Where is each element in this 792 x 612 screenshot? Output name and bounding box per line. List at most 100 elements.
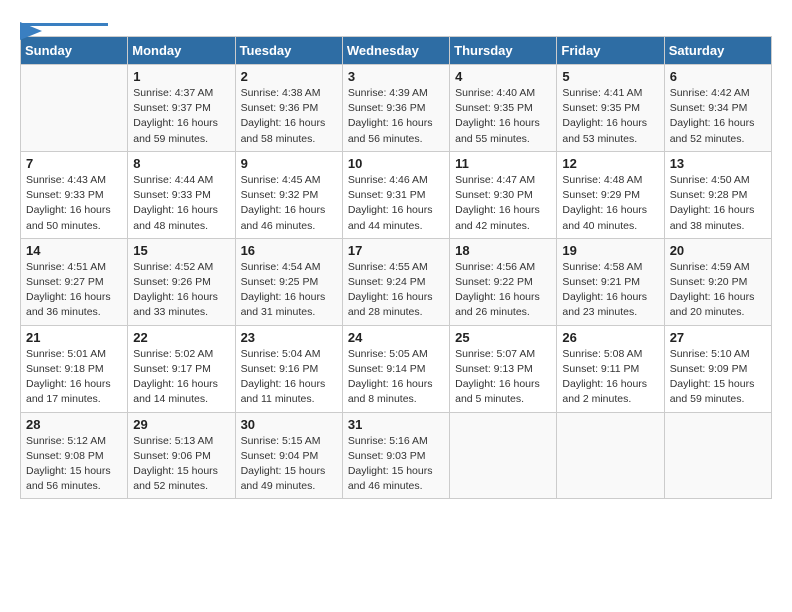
page-header (20, 20, 772, 26)
day-info: Sunrise: 5:07 AM Sunset: 9:13 PM Dayligh… (455, 347, 551, 408)
week-row-5: 28 Sunrise: 5:12 AM Sunset: 9:08 PM Dayli… (21, 412, 772, 499)
day-cell: 2 Sunrise: 4:38 AM Sunset: 9:36 PM Daylig… (235, 65, 342, 152)
header-cell-wednesday: Wednesday (342, 37, 449, 65)
day-info: Sunrise: 4:44 AM Sunset: 9:33 PM Dayligh… (133, 173, 229, 234)
day-cell: 10 Sunrise: 4:46 AM Sunset: 9:31 PM Dayli… (342, 151, 449, 238)
day-number: 13 (670, 156, 766, 171)
day-info: Sunrise: 4:56 AM Sunset: 9:22 PM Dayligh… (455, 260, 551, 321)
day-number: 10 (348, 156, 444, 171)
day-info: Sunrise: 4:38 AM Sunset: 9:36 PM Dayligh… (241, 86, 337, 147)
day-cell: 23 Sunrise: 5:04 AM Sunset: 9:16 PM Dayli… (235, 325, 342, 412)
day-info: Sunrise: 4:48 AM Sunset: 9:29 PM Dayligh… (562, 173, 658, 234)
day-info: Sunrise: 4:50 AM Sunset: 9:28 PM Dayligh… (670, 173, 766, 234)
day-cell: 3Sunrise: 4:39 AM Sunset: 9:36 PM Daylig… (342, 65, 449, 152)
day-cell: 9 Sunrise: 4:45 AM Sunset: 9:32 PM Daylig… (235, 151, 342, 238)
day-info: Sunrise: 4:51 AM Sunset: 9:27 PM Dayligh… (26, 260, 122, 321)
day-number: 4 (455, 69, 551, 84)
day-cell: 13 Sunrise: 4:50 AM Sunset: 9:28 PM Dayli… (664, 151, 771, 238)
day-cell: 16 Sunrise: 4:54 AM Sunset: 9:25 PM Dayli… (235, 238, 342, 325)
day-info: Sunrise: 5:05 AM Sunset: 9:14 PM Dayligh… (348, 347, 444, 408)
day-info: Sunrise: 4:59 AM Sunset: 9:20 PM Dayligh… (670, 260, 766, 321)
day-number: 26 (562, 330, 658, 345)
day-cell: 14 Sunrise: 4:51 AM Sunset: 9:27 PM Dayli… (21, 238, 128, 325)
day-number: 9 (241, 156, 337, 171)
day-number: 12 (562, 156, 658, 171)
week-row-2: 7 Sunrise: 4:43 AM Sunset: 9:33 PM Daylig… (21, 151, 772, 238)
day-number: 31 (348, 417, 444, 432)
day-info: Sunrise: 4:58 AM Sunset: 9:21 PM Dayligh… (562, 260, 658, 321)
day-number: 23 (241, 330, 337, 345)
header-cell-saturday: Saturday (664, 37, 771, 65)
day-info: Sunrise: 5:02 AM Sunset: 9:17 PM Dayligh… (133, 347, 229, 408)
day-info: Sunrise: 4:46 AM Sunset: 9:31 PM Dayligh… (348, 173, 444, 234)
day-cell: 24 Sunrise: 5:05 AM Sunset: 9:14 PM Dayli… (342, 325, 449, 412)
day-number: 25 (455, 330, 551, 345)
header-row: SundayMondayTuesdayWednesdayThursdayFrid… (21, 37, 772, 65)
day-number: 21 (26, 330, 122, 345)
day-cell: 27 Sunrise: 5:10 AM Sunset: 9:09 PM Dayli… (664, 325, 771, 412)
calendar-table: SundayMondayTuesdayWednesdayThursdayFrid… (20, 36, 772, 499)
day-number: 18 (455, 243, 551, 258)
day-info: Sunrise: 5:10 AM Sunset: 9:09 PM Dayligh… (670, 347, 766, 408)
week-row-4: 21Sunrise: 5:01 AM Sunset: 9:18 PM Dayli… (21, 325, 772, 412)
day-cell: 8 Sunrise: 4:44 AM Sunset: 9:33 PM Daylig… (128, 151, 235, 238)
day-number: 30 (241, 417, 337, 432)
day-info: Sunrise: 4:40 AM Sunset: 9:35 PM Dayligh… (455, 86, 551, 147)
day-info: Sunrise: 5:16 AM Sunset: 9:03 PM Dayligh… (348, 434, 444, 495)
day-cell: 11 Sunrise: 4:47 AM Sunset: 9:30 PM Dayli… (450, 151, 557, 238)
day-number: 24 (348, 330, 444, 345)
day-number: 27 (670, 330, 766, 345)
day-cell: 18 Sunrise: 4:56 AM Sunset: 9:22 PM Dayli… (450, 238, 557, 325)
day-cell: 28 Sunrise: 5:12 AM Sunset: 9:08 PM Dayli… (21, 412, 128, 499)
day-cell: 7 Sunrise: 4:43 AM Sunset: 9:33 PM Daylig… (21, 151, 128, 238)
day-cell: 25 Sunrise: 5:07 AM Sunset: 9:13 PM Dayli… (450, 325, 557, 412)
day-info: Sunrise: 4:42 AM Sunset: 9:34 PM Dayligh… (670, 86, 766, 147)
header-cell-friday: Friday (557, 37, 664, 65)
day-info: Sunrise: 4:47 AM Sunset: 9:30 PM Dayligh… (455, 173, 551, 234)
header-cell-tuesday: Tuesday (235, 37, 342, 65)
day-number: 29 (133, 417, 229, 432)
day-info: Sunrise: 5:04 AM Sunset: 9:16 PM Dayligh… (241, 347, 337, 408)
day-info: Sunrise: 4:54 AM Sunset: 9:25 PM Dayligh… (241, 260, 337, 321)
day-info: Sunrise: 4:39 AM Sunset: 9:36 PM Dayligh… (348, 86, 444, 147)
day-cell: 26 Sunrise: 5:08 AM Sunset: 9:11 PM Dayli… (557, 325, 664, 412)
day-cell (21, 65, 128, 152)
day-cell: 12 Sunrise: 4:48 AM Sunset: 9:29 PM Dayli… (557, 151, 664, 238)
day-cell: 17Sunrise: 4:55 AM Sunset: 9:24 PM Dayli… (342, 238, 449, 325)
day-number: 14 (26, 243, 122, 258)
day-info: Sunrise: 4:52 AM Sunset: 9:26 PM Dayligh… (133, 260, 229, 321)
week-row-1: 1Sunrise: 4:37 AM Sunset: 9:37 PM Daylig… (21, 65, 772, 152)
day-cell: 30 Sunrise: 5:15 AM Sunset: 9:04 PM Dayli… (235, 412, 342, 499)
day-cell: 1Sunrise: 4:37 AM Sunset: 9:37 PM Daylig… (128, 65, 235, 152)
day-cell (557, 412, 664, 499)
logo-arrow-icon (20, 22, 42, 40)
day-cell: 19Sunrise: 4:58 AM Sunset: 9:21 PM Dayli… (557, 238, 664, 325)
day-info: Sunrise: 5:12 AM Sunset: 9:08 PM Dayligh… (26, 434, 122, 495)
day-number: 28 (26, 417, 122, 432)
day-info: Sunrise: 4:41 AM Sunset: 9:35 PM Dayligh… (562, 86, 658, 147)
day-number: 16 (241, 243, 337, 258)
day-number: 11 (455, 156, 551, 171)
day-info: Sunrise: 4:45 AM Sunset: 9:32 PM Dayligh… (241, 173, 337, 234)
day-number: 2 (241, 69, 337, 84)
header-cell-sunday: Sunday (21, 37, 128, 65)
day-number: 6 (670, 69, 766, 84)
day-info: Sunrise: 5:08 AM Sunset: 9:11 PM Dayligh… (562, 347, 658, 408)
day-info: Sunrise: 5:15 AM Sunset: 9:04 PM Dayligh… (241, 434, 337, 495)
day-info: Sunrise: 4:43 AM Sunset: 9:33 PM Dayligh… (26, 173, 122, 234)
day-cell (450, 412, 557, 499)
day-info: Sunrise: 5:13 AM Sunset: 9:06 PM Dayligh… (133, 434, 229, 495)
day-cell: 15Sunrise: 4:52 AM Sunset: 9:26 PM Dayli… (128, 238, 235, 325)
day-cell: 5Sunrise: 4:41 AM Sunset: 9:35 PM Daylig… (557, 65, 664, 152)
day-info: Sunrise: 4:55 AM Sunset: 9:24 PM Dayligh… (348, 260, 444, 321)
day-info: Sunrise: 4:37 AM Sunset: 9:37 PM Dayligh… (133, 86, 229, 147)
day-number: 8 (133, 156, 229, 171)
day-cell: 22Sunrise: 5:02 AM Sunset: 9:17 PM Dayli… (128, 325, 235, 412)
day-cell: 31 Sunrise: 5:16 AM Sunset: 9:03 PM Dayli… (342, 412, 449, 499)
header-cell-monday: Monday (128, 37, 235, 65)
day-cell: 4 Sunrise: 4:40 AM Sunset: 9:35 PM Daylig… (450, 65, 557, 152)
day-number: 7 (26, 156, 122, 171)
week-row-3: 14 Sunrise: 4:51 AM Sunset: 9:27 PM Dayli… (21, 238, 772, 325)
day-cell: 6 Sunrise: 4:42 AM Sunset: 9:34 PM Daylig… (664, 65, 771, 152)
day-number: 20 (670, 243, 766, 258)
